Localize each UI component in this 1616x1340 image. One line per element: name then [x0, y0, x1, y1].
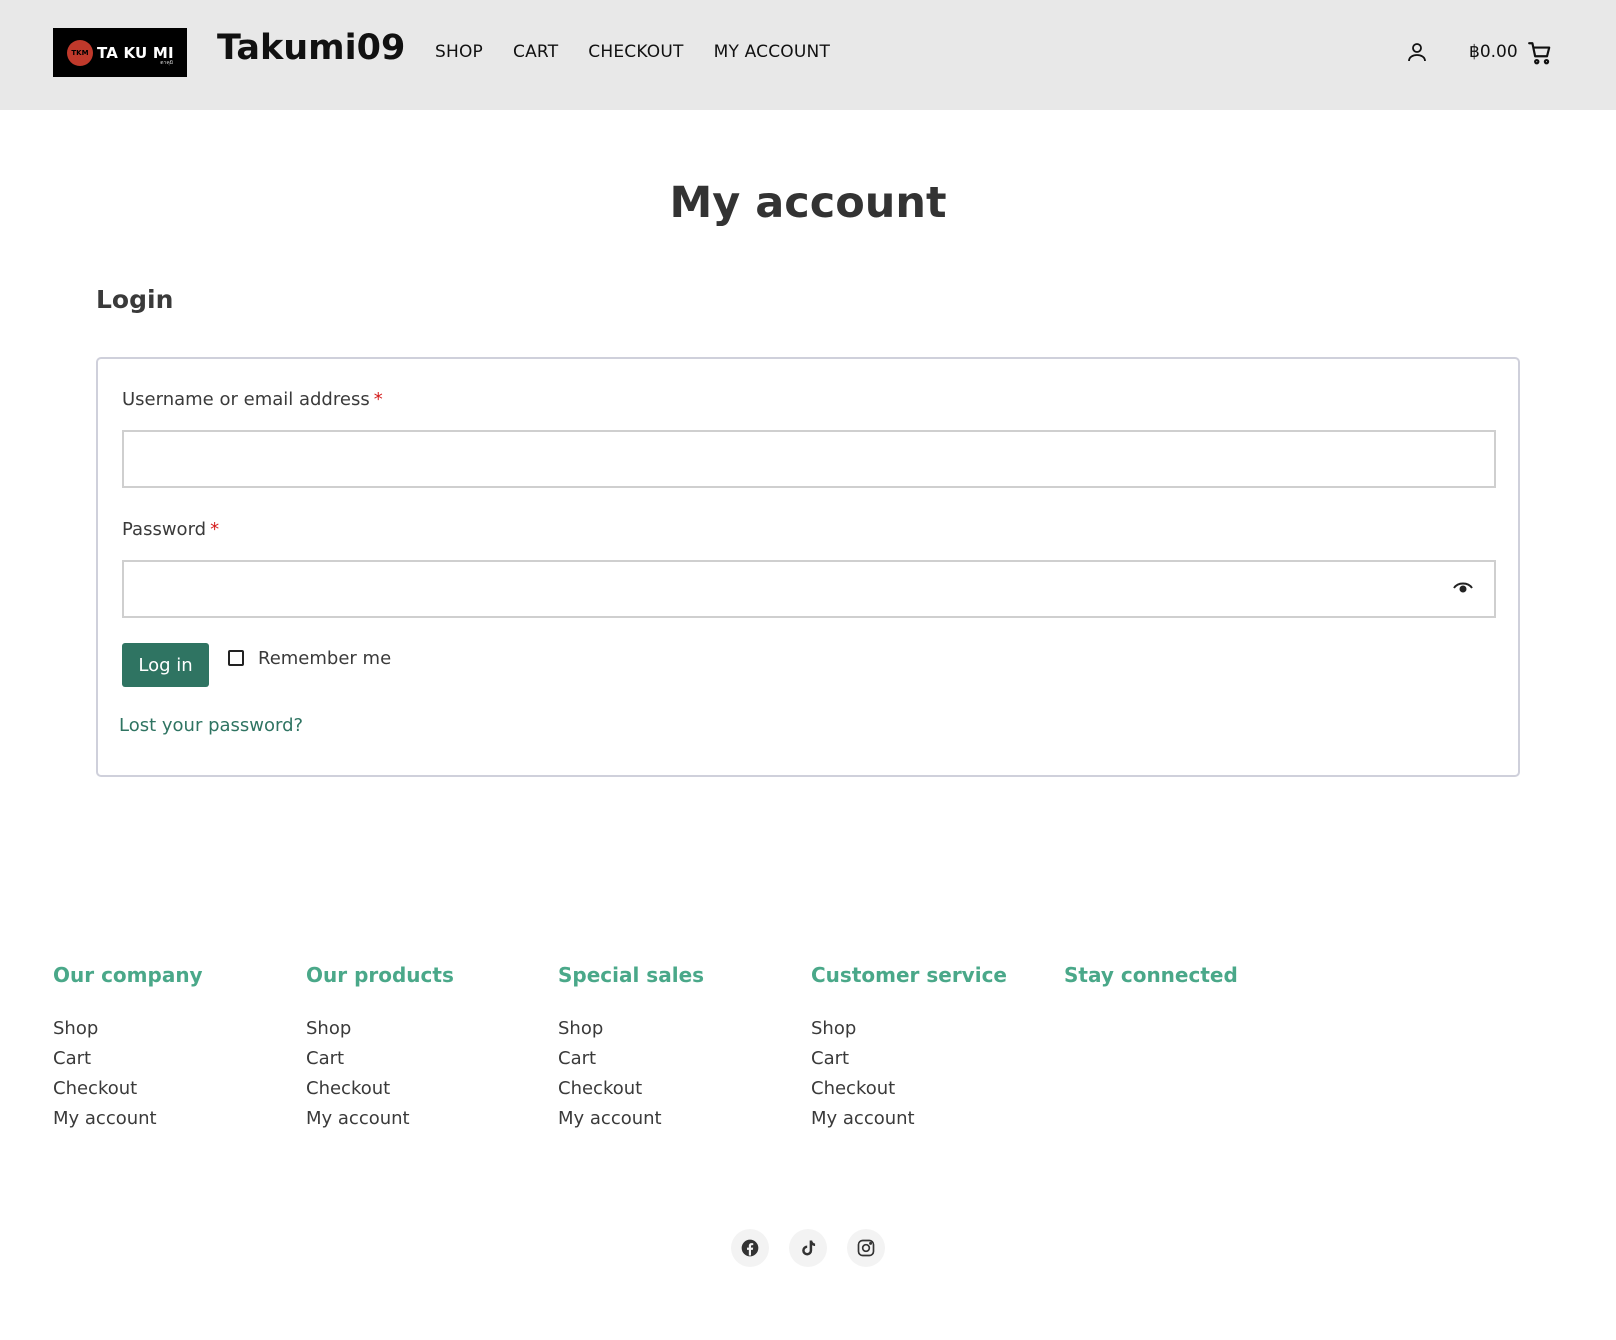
- nav-my-account[interactable]: MY ACCOUNT: [714, 42, 830, 62]
- footer-link-shop[interactable]: Shop: [811, 1014, 1051, 1044]
- footer-heading: Our products: [306, 963, 454, 987]
- instagram-icon[interactable]: [847, 1229, 885, 1267]
- nav-shop[interactable]: SHOP: [435, 42, 483, 62]
- login-button[interactable]: Log in: [122, 643, 209, 687]
- eye-icon[interactable]: [1453, 581, 1473, 595]
- required-marker: *: [210, 519, 220, 540]
- footer-heading: Our company: [53, 963, 203, 987]
- logo-badge: TKM: [67, 39, 93, 66]
- footer-link-my-account[interactable]: My account: [53, 1104, 293, 1134]
- required-marker: *: [373, 389, 383, 410]
- footer-link-cart[interactable]: Cart: [811, 1044, 1051, 1074]
- footer-column-our-company: Our company Shop Cart Checkout My accoun…: [53, 963, 293, 1134]
- footer-column-stay-connected: Stay connected: [1064, 963, 1304, 1014]
- footer-heading: Stay connected: [1064, 963, 1238, 987]
- footer-link-checkout[interactable]: Checkout: [558, 1074, 798, 1104]
- footer-link-shop[interactable]: Shop: [53, 1014, 293, 1044]
- footer-link-checkout[interactable]: Checkout: [53, 1074, 293, 1104]
- footer-link-cart[interactable]: Cart: [53, 1044, 293, 1074]
- user-icon[interactable]: [1405, 40, 1429, 64]
- page-title: My account: [669, 178, 947, 228]
- footer-link-shop[interactable]: Shop: [558, 1014, 798, 1044]
- username-input[interactable]: [122, 430, 1496, 488]
- site-title[interactable]: Takumi09: [217, 28, 405, 68]
- password-input[interactable]: [122, 560, 1496, 618]
- facebook-icon[interactable]: [731, 1229, 769, 1267]
- nav-checkout[interactable]: CHECKOUT: [588, 42, 683, 62]
- logo-subtext: ตาคุมิ: [160, 60, 173, 66]
- footer-link-checkout[interactable]: Checkout: [811, 1074, 1051, 1104]
- username-label-text: Username or email address: [122, 389, 370, 410]
- footer-link-cart[interactable]: Cart: [558, 1044, 798, 1074]
- lost-password-link[interactable]: Lost your password?: [119, 715, 303, 736]
- login-heading: Login: [96, 285, 174, 314]
- password-label-text: Password: [122, 519, 207, 540]
- login-form: Username or email address * Password * Log…: [96, 357, 1520, 777]
- password-label: Password *: [122, 519, 219, 540]
- remember-me-label[interactable]: Remember me: [258, 648, 391, 669]
- footer-link-checkout[interactable]: Checkout: [306, 1074, 546, 1104]
- footer-column-our-products: Our products Shop Cart Checkout My accou…: [306, 963, 546, 1134]
- site-logo[interactable]: TKM TA KU MI ตาคุมิ: [53, 28, 187, 77]
- footer-link-shop[interactable]: Shop: [306, 1014, 546, 1044]
- remember-me-checkbox[interactable]: [228, 650, 244, 666]
- cart-total[interactable]: ฿0.00: [1469, 42, 1518, 62]
- footer-heading: Special sales: [558, 963, 705, 987]
- nav-cart[interactable]: CART: [513, 42, 558, 62]
- footer-column-customer-service: Customer service Shop Cart Checkout My a…: [811, 963, 1051, 1134]
- footer-link-my-account[interactable]: My account: [306, 1104, 546, 1134]
- footer-link-cart[interactable]: Cart: [306, 1044, 546, 1074]
- footer-link-my-account[interactable]: My account: [811, 1104, 1051, 1134]
- shopping-cart-icon[interactable]: [1527, 40, 1553, 66]
- site-header: TKM TA KU MI ตาคุมิ Takumi09 SHOP CART C…: [0, 0, 1616, 110]
- footer-column-special-sales: Special sales Shop Cart Checkout My acco…: [558, 963, 798, 1134]
- footer-link-my-account[interactable]: My account: [558, 1104, 798, 1134]
- footer-heading: Customer service: [811, 963, 1007, 987]
- main-nav: SHOP CART CHECKOUT MY ACCOUNT: [435, 42, 860, 62]
- tiktok-icon[interactable]: [789, 1229, 827, 1267]
- username-label: Username or email address *: [122, 389, 383, 410]
